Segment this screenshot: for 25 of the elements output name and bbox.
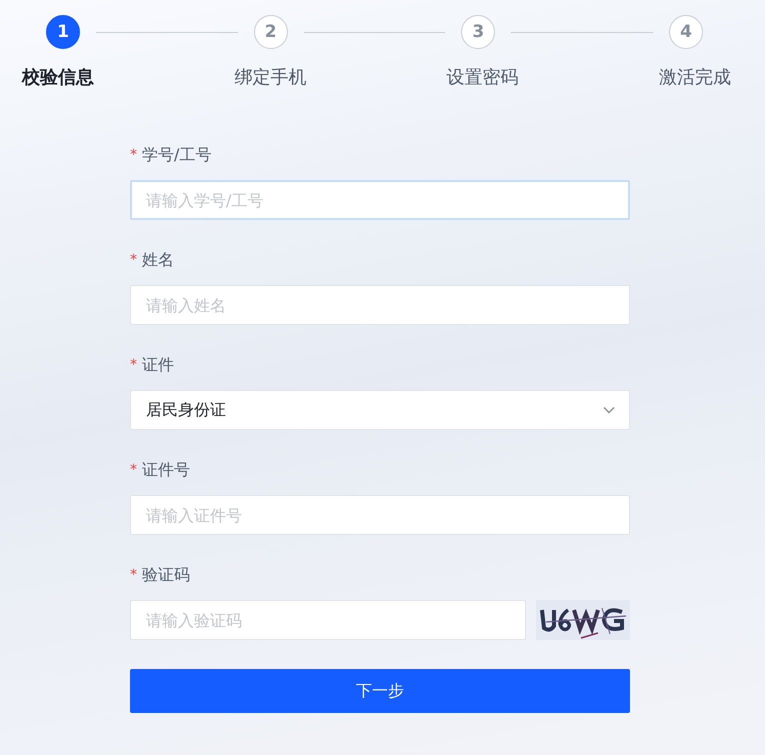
required-mark: * — [130, 357, 137, 373]
field-label: 证件号 — [142, 460, 190, 480]
step-number[interactable]: 3 — [461, 15, 496, 49]
required-mark: * — [130, 252, 137, 268]
captcha-field[interactable]: 请输入验证码 — [130, 600, 526, 640]
step-number[interactable]: 4 — [669, 15, 704, 49]
required-mark: * — [130, 567, 137, 583]
field-label: 姓名 — [142, 250, 174, 270]
field-label: 学号/工号 — [142, 144, 212, 166]
step-label[interactable]: 激活完成 — [658, 65, 731, 91]
select-field[interactable]: 居民身份证 — [130, 390, 630, 430]
input-field[interactable]: 请输入学号/工号 — [130, 180, 630, 220]
step-number[interactable]: 2 — [254, 15, 288, 49]
step-label[interactable]: 绑定手机 — [234, 65, 306, 91]
next-button[interactable]: 下一步 — [130, 669, 630, 713]
input-field[interactable]: 请输入姓名 — [130, 285, 630, 325]
field-label: 证件 — [142, 354, 174, 376]
step-number[interactable]: 1 — [46, 15, 80, 49]
step-label[interactable]: 设置密码 — [446, 65, 519, 91]
chevron-down-icon — [603, 406, 615, 414]
step-label[interactable]: 校验信息 — [22, 65, 94, 91]
required-mark: * — [130, 147, 137, 163]
required-mark: * — [130, 462, 137, 478]
field-label: 验证码 — [142, 564, 190, 586]
input-field[interactable]: 请输入证件号 — [130, 495, 630, 535]
